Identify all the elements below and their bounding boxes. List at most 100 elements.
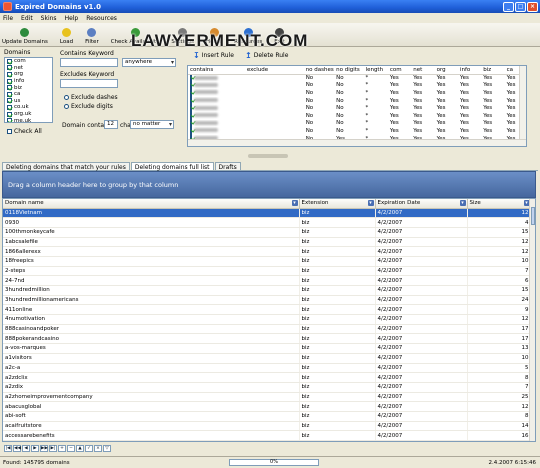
rules-column-header[interactable]: no dashes: [303, 66, 335, 75]
rule-cell[interactable]: No: [334, 97, 363, 105]
tab-2[interactable]: Drafts: [214, 162, 241, 171]
tab-0[interactable]: Deleting domains that match your rules: [2, 162, 130, 171]
grid-cell[interactable]: 4/2/2007: [375, 256, 468, 267]
grid-cell[interactable]: biz: [299, 440, 376, 441]
grid-cell[interactable]: 14: [467, 421, 532, 432]
grid-cell[interactable]: 4/2/2007: [375, 217, 468, 228]
rule-cell[interactable]: Yes: [388, 104, 411, 112]
domain-checkbox[interactable]: [7, 65, 12, 71]
table-row[interactable]: 3hundredmillionamericans biz 4/2/2007 24: [3, 295, 532, 306]
exclude-dashes-option[interactable]: Exclude dashes: [64, 94, 118, 101]
grid-cell[interactable]: 4/2/2007: [375, 440, 468, 441]
grid-cell[interactable]: biz: [299, 208, 376, 219]
exclude-dashes-radio[interactable]: [64, 95, 69, 100]
grid-cell[interactable]: 4/2/2007: [375, 246, 468, 257]
prev-record-icon[interactable]: ◀: [22, 444, 30, 452]
rule-contains-cell[interactable]: [188, 104, 245, 112]
grid-cell[interactable]: biz: [299, 217, 376, 228]
grid-cell[interactable]: 3hundredmillion: [3, 285, 300, 296]
rule-contains-cell[interactable]: [188, 119, 245, 128]
insert-record-icon[interactable]: +: [58, 444, 66, 452]
rule-contains-cell[interactable]: [188, 111, 245, 120]
grid-cell[interactable]: biz: [299, 285, 376, 296]
grid-cell[interactable]: 18freepics: [3, 256, 300, 267]
grid-cell[interactable]: 888pokerandcasino: [3, 333, 300, 345]
rule-cell[interactable]: No: [334, 112, 363, 120]
post-record-icon[interactable]: ✓: [85, 444, 93, 452]
grid-cell[interactable]: 4/2/2007: [375, 382, 468, 393]
grid-cell[interactable]: biz: [299, 353, 376, 364]
first-record-icon[interactable]: |◀: [4, 444, 12, 452]
domain-checkbox[interactable]: [7, 78, 12, 84]
grid-cell[interactable]: 4/2/2007: [375, 275, 468, 286]
rule-cell[interactable]: Yes: [458, 97, 481, 105]
rule-row[interactable]: No No * Yes Yes Yes Yes Yes Yes: [188, 81, 526, 90]
last-record-icon[interactable]: ▶|: [49, 444, 57, 452]
grid-column-header[interactable]: Extension ▾: [299, 199, 376, 209]
delete-rule-button[interactable]: ↥ Delete Rule: [245, 51, 288, 60]
domain-item-com[interactable]: com: [5, 58, 52, 65]
next-page-icon[interactable]: ▶▶: [40, 444, 48, 452]
contains-keyword-input[interactable]: [60, 58, 118, 67]
grid-cell[interactable]: biz: [299, 304, 376, 316]
rule-row[interactable]: No No * Yes Yes Yes Yes Yes Yes: [188, 111, 526, 120]
rule-contains-cell[interactable]: [188, 96, 245, 105]
rule-cell[interactable]: No: [304, 89, 334, 97]
tab-1[interactable]: Deleting domains full list: [130, 162, 214, 171]
rule-row[interactable]: No No * Yes Yes Yes Yes Yes Yes: [188, 127, 526, 135]
grid-cell[interactable]: 888casinoandpoker: [3, 324, 300, 335]
length-input[interactable]: 12: [104, 120, 118, 129]
grid-cell[interactable]: biz: [299, 256, 376, 267]
grid-cell[interactable]: 17: [467, 324, 532, 335]
rule-enabled-checkbox[interactable]: [190, 127, 192, 135]
check-all-box[interactable]: [7, 129, 12, 134]
grid-cell[interactable]: biz: [299, 237, 376, 248]
grid-cell[interactable]: biz: [299, 430, 376, 441]
grid-cell[interactable]: 10: [467, 353, 532, 364]
domain-item-info[interactable]: info: [5, 78, 52, 85]
rules-horizontal-scrollbar[interactable]: [188, 139, 526, 146]
grid-cell[interactable]: 8: [467, 411, 532, 422]
rule-cell[interactable]: Yes: [435, 97, 458, 105]
rule-cell[interactable]: Yes: [411, 127, 434, 135]
rule-cell[interactable]: Yes: [388, 127, 411, 135]
toolbar-button-lightbulb[interactable]: Load: [60, 28, 73, 46]
domain-item-org[interactable]: org: [5, 71, 52, 78]
table-row[interactable]: activimatebiz4/2/200710: [3, 440, 532, 441]
table-row[interactable]: 4numotivation biz 4/2/2007 12: [3, 314, 532, 325]
grid-cell[interactable]: 12: [467, 246, 532, 257]
rules-column-header[interactable]: contains: [188, 66, 245, 75]
rule-cell[interactable]: Yes: [388, 89, 411, 97]
rule-cell[interactable]: *: [364, 104, 388, 112]
grid-cell[interactable]: 4/2/2007: [375, 343, 468, 354]
grid-cell[interactable]: biz: [299, 275, 376, 286]
delete-record-icon[interactable]: −: [67, 444, 75, 452]
rule-cell[interactable]: *: [364, 120, 388, 128]
rule-row[interactable]: No No * Yes Yes Yes Yes Yes Yes: [188, 104, 526, 112]
table-row[interactable]: 2-steps biz 4/2/2007 7: [3, 266, 532, 277]
rule-cell[interactable]: *: [364, 89, 388, 97]
grid-cell[interactable]: biz: [299, 227, 376, 238]
table-row[interactable]: 411online biz 4/2/2007 9: [3, 304, 532, 316]
panel-splitter[interactable]: [248, 154, 288, 158]
grid-column-header[interactable]: Domain name ▾: [3, 199, 300, 209]
table-row[interactable]: 18freepics biz 4/2/2007 10: [3, 256, 532, 267]
rule-cell[interactable]: Yes: [435, 127, 458, 135]
rule-cell[interactable]: Yes: [388, 97, 411, 105]
table-row[interactable]: a2zhomeimprovementcompany biz 4/2/2007 25: [3, 392, 532, 403]
grid-cell[interactable]: 17: [467, 333, 532, 345]
domain-item-ca[interactable]: ca: [5, 91, 52, 98]
rules-column-header[interactable]: org: [434, 66, 458, 75]
rule-cell[interactable]: No: [334, 89, 363, 97]
table-row[interactable]: a2zdclix biz 4/2/2007 8: [3, 372, 532, 383]
rule-cell[interactable]: Yes: [458, 120, 481, 128]
grid-cell[interactable]: 12: [467, 401, 532, 412]
table-row[interactable]: accessarebenefits biz 4/2/2007 16: [3, 430, 532, 441]
rules-column-header[interactable]: no digits: [334, 66, 364, 75]
rule-contains-cell[interactable]: [188, 74, 245, 82]
rule-cell[interactable]: Yes: [481, 74, 504, 82]
menu-file[interactable]: File: [3, 15, 13, 22]
rule-cell[interactable]: No: [304, 104, 334, 112]
rule-cell[interactable]: Yes: [411, 97, 434, 105]
cancel-record-icon[interactable]: ×: [94, 444, 102, 452]
